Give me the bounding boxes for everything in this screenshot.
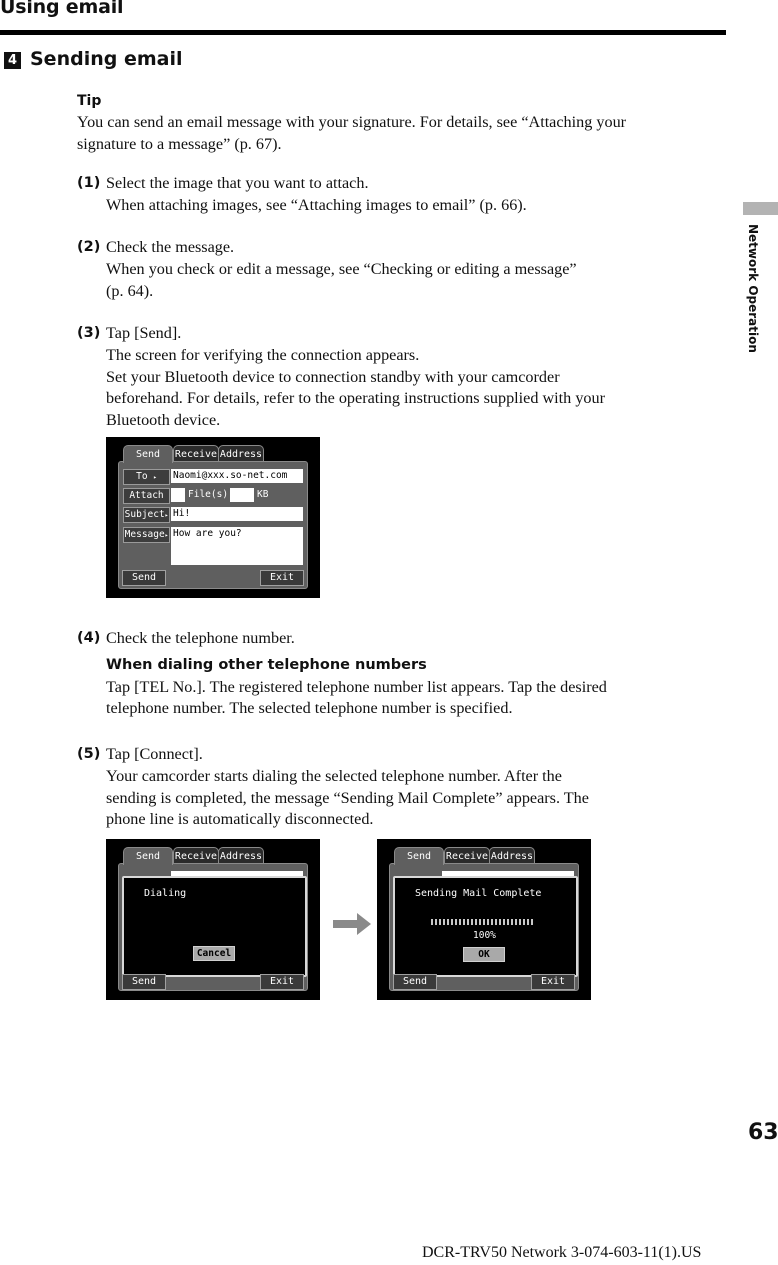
tip-label: Tip — [77, 93, 102, 109]
files-count-field — [171, 488, 185, 502]
to-label: To — [136, 471, 148, 482]
tab-send[interactable]: Send — [123, 445, 173, 463]
step-line: Tap [TEL No.]. The registered telephone … — [106, 677, 607, 696]
step-4: (4) Check the telephone number. When dia… — [77, 628, 727, 720]
step-subheading: When dialing other telephone numbers — [106, 656, 427, 673]
message-field[interactable]: How are you? — [171, 527, 303, 565]
tab-send[interactable]: Send — [394, 847, 444, 865]
step-line: When you check or edit a message, see “C… — [106, 259, 577, 278]
progress-bar — [431, 919, 535, 925]
message-button[interactable]: Message▸ — [123, 527, 170, 543]
subject-button[interactable]: Subject▸ — [123, 507, 170, 523]
to-field[interactable]: Naomi@xxx.so-net.com — [171, 469, 303, 483]
step-line: beforehand. For details, refer to the op… — [106, 389, 605, 408]
step-1: (1) Select the image that you want to at… — [77, 173, 727, 217]
step-line: Check the message. — [106, 238, 235, 256]
step-line: Check the telephone number. — [106, 629, 295, 647]
files-label: File(s) — [188, 489, 229, 500]
complete-message: Sending Mail Complete — [415, 888, 542, 899]
complete-dialog: Sending Mail Complete 100% OK — [393, 876, 578, 977]
send-button[interactable]: Send — [122, 570, 166, 586]
exit-button[interactable]: Exit — [260, 570, 304, 586]
camcorder-screen-dialing: Send Receive Address Dialing Cancel Send… — [106, 839, 320, 1000]
kb-field — [230, 488, 254, 502]
subject-field[interactable]: Hi! — [171, 507, 303, 521]
step-number: (5) — [77, 746, 101, 762]
camcorder-screen-compose: Send Receive Address To ▸ Naomi@xxx.so-n… — [106, 437, 320, 598]
send-button[interactable]: Send — [393, 974, 437, 990]
step-line: Set your Bluetooth device to connection … — [106, 367, 560, 386]
header-rule — [0, 30, 726, 35]
tip-text: You can send an email message with your … — [77, 112, 626, 156]
right-arrow-icon — [333, 913, 371, 935]
step-line: Bluetooth device. — [106, 411, 221, 430]
dialing-message: Dialing — [144, 888, 187, 899]
step-2: (2) Check the message. When you check or… — [77, 237, 727, 302]
step-line: Tap [Connect]. — [106, 745, 203, 763]
dialing-dialog: Dialing Cancel — [122, 876, 307, 977]
to-button[interactable]: To ▸ — [123, 469, 170, 485]
step-number: (1) — [77, 175, 101, 191]
step-line: Select the image that you want to attach… — [106, 174, 369, 192]
send-button[interactable]: Send — [122, 974, 166, 990]
arrow-right-icon: ▸ — [164, 532, 169, 539]
subject-label: Subject — [124, 509, 165, 520]
step-line: sending is completed, the message “Sendi… — [106, 788, 589, 807]
footer-text: DCR-TRV50 Network 3-074-603-11(1).US — [422, 1244, 702, 1261]
arrow-right-icon: ▸ — [164, 512, 169, 519]
section-number-badge: 4 — [4, 52, 21, 69]
ok-button[interactable]: OK — [463, 947, 505, 962]
step-line: Your camcorder starts dialing the select… — [106, 766, 562, 785]
side-tab-marker — [743, 202, 778, 215]
chapter-title: Using email — [0, 0, 124, 18]
kb-label: KB — [257, 489, 269, 500]
side-tab-label: Network Operation — [742, 224, 762, 364]
section-title: Sending email — [30, 48, 183, 70]
tip-line: You can send an email message with your … — [77, 113, 627, 131]
message-label: Message — [124, 529, 165, 540]
step-5: (5) Tap [Connect]. Your camcorder starts… — [77, 744, 727, 831]
step-3: (3) Tap [Send]. The screen for verifying… — [77, 323, 727, 432]
exit-button[interactable]: Exit — [260, 974, 304, 990]
tip-line: signature to a message” (p. 67). — [77, 134, 282, 153]
step-line: (p. 64). — [106, 281, 154, 300]
tab-send[interactable]: Send — [123, 847, 173, 865]
step-line: phone line is automatically disconnected… — [106, 810, 374, 829]
progress-percent: 100% — [473, 930, 496, 941]
camcorder-screen-complete: Send Receive Address Sending Mail Comple… — [377, 839, 591, 1000]
attach-button[interactable]: Attach — [123, 488, 170, 504]
step-line: The screen for verifying the connection … — [106, 345, 420, 364]
arrow-right-icon: ▸ — [153, 474, 157, 481]
step-line: telephone number. The selected telephone… — [106, 699, 513, 718]
step-number: (3) — [77, 325, 101, 341]
step-line: When attaching images, see “Attaching im… — [106, 195, 527, 214]
step-line: Tap [Send]. — [106, 324, 182, 342]
step-number: (4) — [77, 630, 101, 646]
exit-button[interactable]: Exit — [531, 974, 575, 990]
step-number: (2) — [77, 239, 101, 255]
cancel-button[interactable]: Cancel — [193, 946, 235, 961]
page-number: 63 — [748, 1120, 778, 1145]
side-tab-text: Network Operation — [746, 224, 760, 353]
